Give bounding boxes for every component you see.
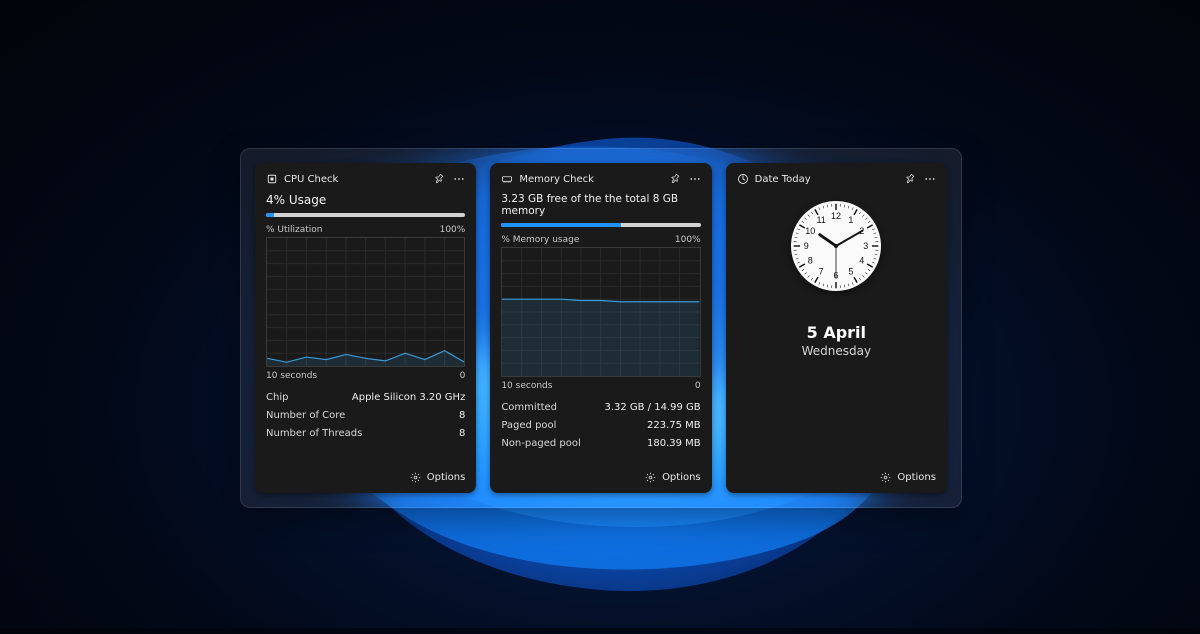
memory-stat-row: Paged pool 223.75 MB xyxy=(501,417,700,435)
date-weekday: Wednesday xyxy=(802,344,871,358)
date-widget: Date Today 123456789101112 xyxy=(726,163,947,493)
svg-text:12: 12 xyxy=(831,211,841,221)
memory-stat-row-label: Paged pool xyxy=(501,417,556,435)
memory-stat-row-value: 180.39 MB xyxy=(647,435,701,453)
svg-text:9: 9 xyxy=(804,241,809,251)
svg-text:3: 3 xyxy=(864,241,869,251)
options-label: Options xyxy=(897,472,936,483)
cpu-icon xyxy=(266,173,278,185)
cpu-widget: CPU Check 4% Usage % Utilization 100% xyxy=(255,163,476,493)
more-icon[interactable] xyxy=(924,173,936,185)
cpu-chart-y-max: 100% xyxy=(440,225,466,235)
memory-stat-row: Committed 3.32 GB / 14.99 GB xyxy=(501,399,700,417)
options-button[interactable]: Options xyxy=(266,464,465,483)
cpu-widget-title: CPU Check xyxy=(284,174,427,185)
date-widget-title: Date Today xyxy=(755,174,898,185)
svg-text:5: 5 xyxy=(849,267,854,277)
cpu-stat-row-value: Apple Silicon 3.20 GHz xyxy=(352,389,465,407)
memory-stat-row-label: Non-paged pool xyxy=(501,435,580,453)
svg-text:8: 8 xyxy=(808,256,813,266)
cpu-chart xyxy=(266,237,465,367)
memory-icon xyxy=(501,173,513,185)
gear-icon xyxy=(880,472,891,483)
cpu-usage-headline: 4% Usage xyxy=(266,193,465,207)
svg-text:11: 11 xyxy=(817,215,826,225)
memory-chart-x-right: 0 xyxy=(695,381,701,391)
cpu-stat-row: Chip Apple Silicon 3.20 GHz xyxy=(266,389,465,407)
svg-text:10: 10 xyxy=(806,226,816,236)
cpu-chart-x-left: 10 seconds xyxy=(266,371,317,381)
svg-text:7: 7 xyxy=(819,267,824,277)
memory-chart-y-max: 100% xyxy=(675,235,701,245)
cpu-stat-row-label: Number of Threads xyxy=(266,425,362,443)
memory-chart xyxy=(501,247,700,377)
memory-widget-title: Memory Check xyxy=(519,174,662,185)
memory-headline: 3.23 GB free of the the total 8 GB memor… xyxy=(501,193,700,217)
options-button[interactable]: Options xyxy=(501,464,700,483)
cpu-usage-bar xyxy=(266,213,465,217)
clock-icon xyxy=(737,173,749,185)
memory-stat-row-label: Committed xyxy=(501,399,557,417)
analog-clock: 123456789101112 xyxy=(791,201,881,291)
cpu-stat-row-label: Chip xyxy=(266,389,288,407)
date-main: 5 April xyxy=(802,323,871,342)
cpu-stat-row-label: Number of Core xyxy=(266,407,345,425)
gear-icon xyxy=(645,472,656,483)
cpu-stat-row: Number of Core 8 xyxy=(266,407,465,425)
cpu-stat-row-value: 8 xyxy=(459,425,465,443)
memory-usage-bar xyxy=(501,223,700,227)
memory-chart-y-label: % Memory usage xyxy=(501,235,579,245)
pin-icon[interactable] xyxy=(669,173,681,185)
svg-text:1: 1 xyxy=(849,215,854,225)
memory-widget: Memory Check 3.23 GB free of the the tot… xyxy=(490,163,711,493)
memory-stat-row: Non-paged pool 180.39 MB xyxy=(501,435,700,453)
options-label: Options xyxy=(427,472,466,483)
memory-stat-row-value: 223.75 MB xyxy=(647,417,701,435)
more-icon[interactable] xyxy=(689,173,701,185)
options-button[interactable]: Options xyxy=(737,464,936,483)
pin-icon[interactable] xyxy=(433,173,445,185)
gear-icon xyxy=(410,472,421,483)
memory-stat-row-value: 3.32 GB / 14.99 GB xyxy=(604,399,700,417)
cpu-stat-row: Number of Threads 8 xyxy=(266,425,465,443)
more-icon[interactable] xyxy=(453,173,465,185)
cpu-stat-row-value: 8 xyxy=(459,407,465,425)
pin-icon[interactable] xyxy=(904,173,916,185)
widgets-panel: CPU Check 4% Usage % Utilization 100% xyxy=(240,148,962,508)
memory-chart-x-left: 10 seconds xyxy=(501,381,552,391)
svg-text:4: 4 xyxy=(860,256,865,266)
options-label: Options xyxy=(662,472,701,483)
cpu-chart-y-label: % Utilization xyxy=(266,225,323,235)
cpu-chart-x-right: 0 xyxy=(460,371,466,381)
